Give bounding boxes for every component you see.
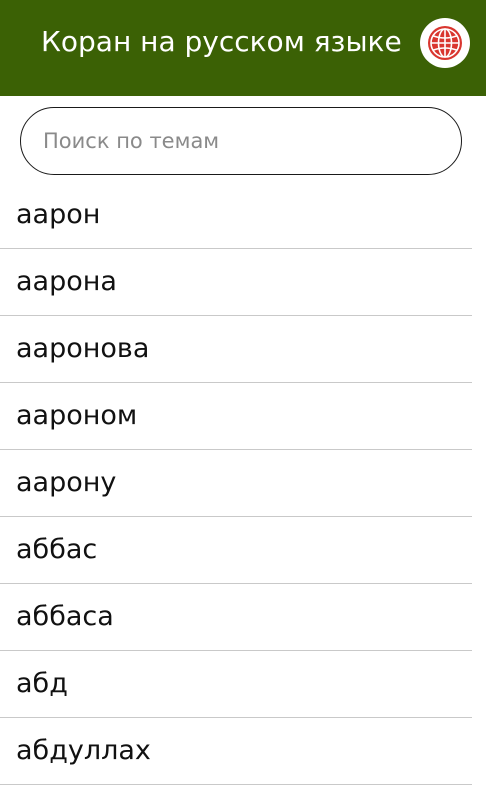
topic-label: ааронова — [16, 333, 150, 364]
topic-label: абдуллах — [16, 735, 151, 766]
topic-label: аароном — [16, 400, 138, 431]
topic-item-abbasa[interactable]: аббаса — [0, 584, 486, 651]
language-button[interactable] — [420, 18, 470, 68]
topic-label: аарона — [16, 266, 117, 297]
topic-label: абд — [16, 668, 68, 699]
topic-item-abdullah[interactable]: абдуллах — [0, 718, 486, 785]
topic-item-aaronom[interactable]: аароном — [0, 383, 486, 450]
topic-item-aaron[interactable]: аарон — [0, 182, 486, 249]
topic-list: аарон аарона ааронова аароном аарону абб… — [0, 182, 486, 785]
topic-label: аарону — [16, 467, 117, 498]
topic-item-abbas[interactable]: аббас — [0, 517, 486, 584]
search-box[interactable] — [20, 107, 462, 175]
search-input[interactable] — [43, 108, 443, 174]
globe-language-icon — [428, 26, 462, 60]
app-screen: Коран на русском языке аарон аарона — [0, 0, 486, 810]
topic-item-aarona[interactable]: аарона — [0, 249, 486, 316]
app-header: Коран на русском языке — [0, 0, 486, 96]
topic-item-abd[interactable]: абд — [0, 651, 486, 718]
topic-item-aaronu[interactable]: аарону — [0, 450, 486, 517]
topic-item-aaronova[interactable]: ааронова — [0, 316, 486, 383]
app-title: Коран на русском языке — [41, 25, 402, 58]
topic-label: аббаса — [16, 601, 114, 632]
topic-label: аарон — [16, 199, 101, 230]
topic-label: аббас — [16, 534, 98, 565]
